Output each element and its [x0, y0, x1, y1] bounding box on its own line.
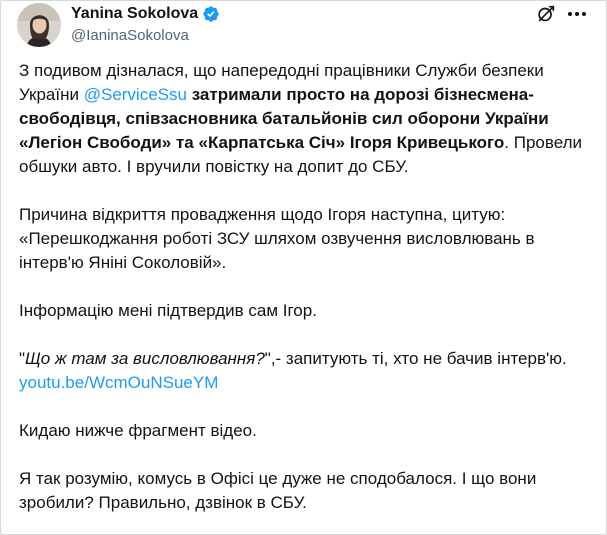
tweet-card: Yanina Sokolova @IaninaSokolova З подиво… — [0, 0, 607, 535]
tweet-text: З подивом дізналася, що напередодні прац… — [19, 59, 594, 515]
italic-text: Що ж там за висловлювання? — [25, 349, 265, 368]
verified-badge-icon — [203, 6, 219, 22]
mention-link[interactable]: @ServiceSsu — [84, 85, 187, 104]
author-handle[interactable]: @IaninaSokolova — [71, 26, 189, 45]
tweet-paragraph-5: Кидаю нижче фрагмент відео. — [19, 421, 257, 440]
avatar[interactable] — [17, 3, 61, 47]
youtube-link[interactable]: youtu.be/WcmOuNSueYM — [19, 373, 218, 392]
author-display-name[interactable]: Yanina Sokolova — [71, 4, 198, 24]
user-avatar-icon — [17, 3, 61, 47]
tweet-paragraph-2: Причина відкриття провадження щодо Ігоря… — [19, 205, 535, 272]
author-name-row[interactable]: Yanina Sokolova — [71, 4, 220, 24]
tweet-paragraph-1: З подивом дізналася, що напередодні прац… — [19, 59, 594, 179]
tweet-paragraph-4: "Що ж там за висловлювання?",- запитують… — [19, 347, 594, 371]
tweet-paragraph-3: Інформацію мені підтвердив сам Ігор. — [19, 301, 317, 320]
grok-icon[interactable] — [535, 3, 557, 25]
more-dots-icon[interactable] — [567, 7, 587, 21]
text-segment: ",- запитують ті, хто не бачив інтерв'ю. — [264, 349, 567, 368]
tweet-paragraph-6: Я так розумію, комусь в Офісі це дуже не… — [19, 469, 537, 512]
